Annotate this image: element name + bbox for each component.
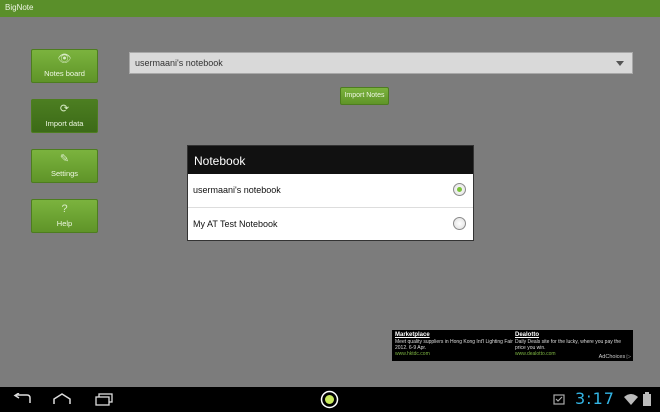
status-clock[interactable]: 3:17	[575, 389, 615, 408]
notebook-dropdown-value: usermaani's notebook	[135, 58, 223, 68]
eye-icon: 👁	[57, 53, 72, 65]
import-notes-button[interactable]: Import Notes	[340, 87, 389, 105]
import-data-button[interactable]: ⟳ Import data	[31, 99, 98, 133]
back-icon[interactable]	[10, 393, 32, 405]
recent-apps-icon[interactable]	[94, 393, 114, 406]
settings-label: Settings	[50, 169, 79, 178]
battery-icon	[643, 392, 651, 406]
ad-banner[interactable]: Marketplace Meet quality suppliers in Ho…	[392, 330, 633, 361]
ad-title[interactable]: Marketplace	[395, 331, 513, 339]
wifi-icon	[624, 394, 638, 405]
app-launcher-icon[interactable]	[320, 390, 339, 409]
ad-description: Daily Deals site for the lucky, where yo…	[515, 339, 622, 351]
wrench-icon: ✎	[59, 153, 70, 165]
dialog-header: Notebook	[188, 146, 473, 174]
option-label: My AT Test Notebook	[193, 219, 278, 229]
notebook-dialog: Notebook usermaani's notebook My AT Test…	[187, 145, 474, 241]
dropdown-arrow-icon	[616, 61, 624, 66]
refresh-icon: ⟳	[59, 103, 70, 115]
app-title: BigNote	[5, 3, 34, 12]
ad-marketplace[interactable]: Marketplace Meet quality suppliers in Ho…	[395, 331, 513, 357]
radio-checked-icon[interactable]	[453, 183, 466, 196]
ad-title[interactable]: Dealotto	[515, 331, 633, 339]
app-title-bar: BigNote	[0, 0, 660, 17]
ad-choices-link[interactable]: AdChoices ▷	[599, 354, 631, 360]
help-button[interactable]: ? Help	[31, 199, 98, 233]
system-navigation-bar: 3:17	[0, 387, 660, 412]
ad-url[interactable]: www.hktdc.com	[395, 351, 513, 357]
import-data-label: Import data	[45, 119, 84, 128]
dialog-title: Notebook	[194, 154, 246, 168]
clipboard-notification-icon[interactable]	[553, 393, 565, 405]
option-label: usermaani's notebook	[193, 185, 281, 195]
radio-unchecked-icon[interactable]	[453, 217, 466, 230]
dialog-option-0[interactable]: usermaani's notebook	[188, 174, 473, 207]
ad-description: Meet quality suppliers in Hong Kong Int'…	[395, 339, 513, 351]
question-icon: ?	[61, 203, 68, 215]
dialog-option-1[interactable]: My AT Test Notebook	[188, 208, 473, 241]
notes-board-button[interactable]: 👁 Notes board	[31, 49, 98, 83]
notebook-dropdown[interactable]: usermaani's notebook	[129, 52, 633, 74]
help-label: Help	[56, 219, 73, 228]
home-icon[interactable]	[52, 393, 72, 405]
notes-board-label: Notes board	[44, 69, 85, 78]
settings-button[interactable]: ✎ Settings	[31, 149, 98, 183]
